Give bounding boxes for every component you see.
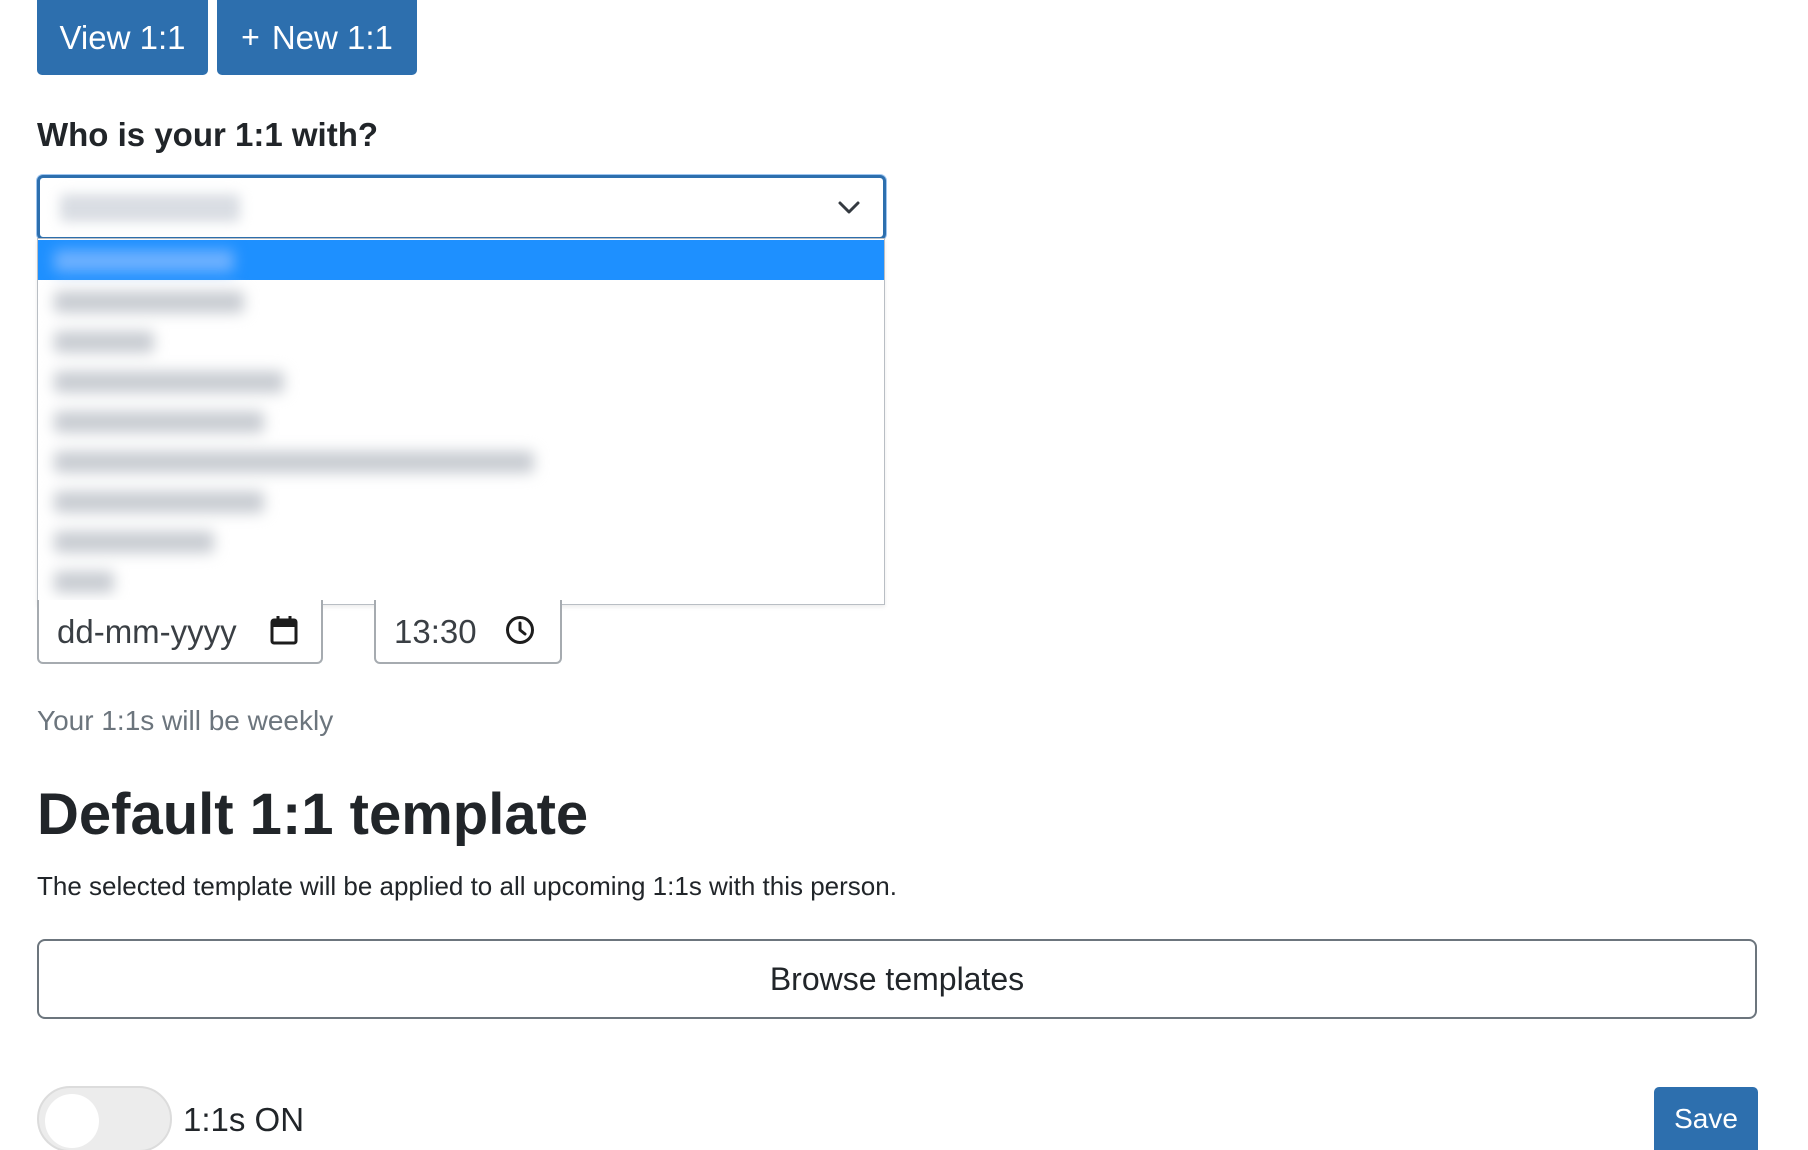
- dropdown-option[interactable]: [38, 481, 884, 521]
- browse-templates-label: Browse templates: [769, 960, 1025, 997]
- start-date-field[interactable]: dd-mm-yyyy: [37, 600, 323, 664]
- save-button[interactable]: Save: [1654, 1087, 1758, 1150]
- calendar-icon[interactable]: [269, 614, 299, 646]
- plus-icon: +: [241, 19, 260, 55]
- dropdown-option[interactable]: [38, 361, 884, 401]
- dropdown-option[interactable]: [38, 401, 884, 441]
- dropdown-option[interactable]: [38, 561, 884, 601]
- time-value: 13:30: [394, 613, 477, 650]
- date-placeholder: dd-mm-yyyy: [57, 613, 237, 650]
- person-dropdown-list: [37, 238, 885, 605]
- person-select[interactable]: [37, 175, 886, 240]
- toggle-label: 1:1s ON: [183, 1101, 305, 1138]
- clock-icon[interactable]: [504, 614, 536, 646]
- template-description: The selected template will be applied to…: [37, 871, 897, 901]
- view-one-on-one-button[interactable]: View 1:1: [37, 0, 208, 75]
- start-time-field[interactable]: 13:30: [374, 600, 562, 664]
- dropdown-option[interactable]: [38, 281, 884, 321]
- dropdown-option[interactable]: [38, 521, 884, 561]
- dropdown-option[interactable]: [38, 321, 884, 361]
- view-button-label: View 1:1: [59, 18, 186, 56]
- template-heading: Default 1:1 template: [37, 782, 589, 847]
- toggle-knob: [45, 1094, 99, 1148]
- dropdown-option[interactable]: [38, 240, 884, 280]
- save-button-label: Save: [1674, 1102, 1738, 1134]
- who-question-label: Who is your 1:1 with?: [37, 116, 379, 153]
- new-one-on-one-button[interactable]: + New 1:1: [217, 0, 417, 75]
- chevron-down-icon: [838, 201, 860, 214]
- one-on-ones-toggle[interactable]: [37, 1086, 172, 1150]
- dropdown-option[interactable]: [38, 441, 884, 481]
- frequency-hint: Your 1:1s will be weekly: [37, 705, 334, 736]
- page: View 1:1 + New 1:1 Who is your 1:1 with?…: [0, 0, 1808, 1150]
- selected-person-redacted: [60, 194, 240, 222]
- new-button-label: New 1:1: [271, 18, 393, 56]
- browse-templates-button[interactable]: Browse templates: [37, 939, 1757, 1019]
